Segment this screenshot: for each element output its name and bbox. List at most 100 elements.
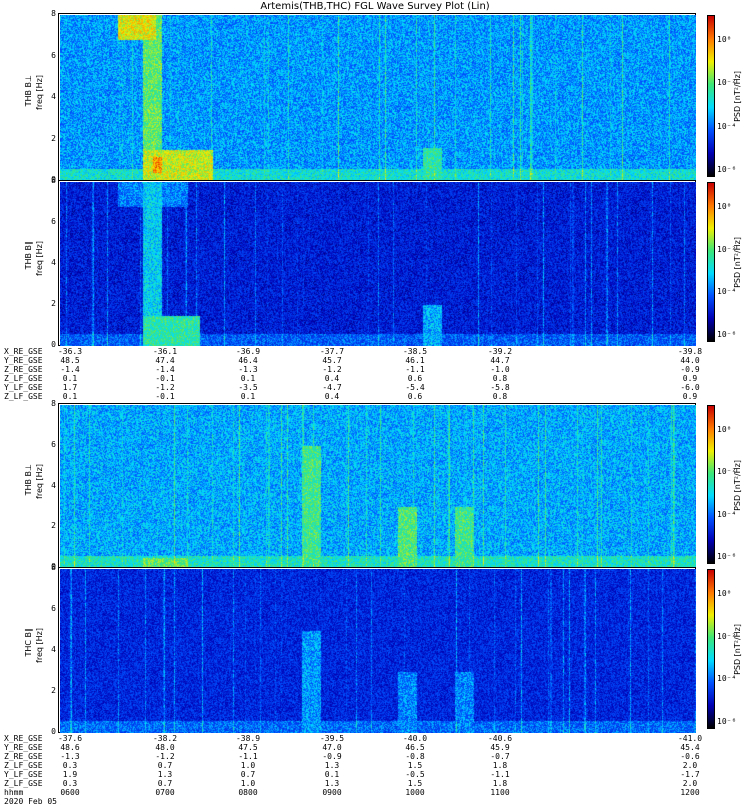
ephemeris-value: 1000: [405, 788, 425, 797]
ephemeris-value: -37.7: [319, 347, 345, 356]
ephemeris-value: 0.8: [492, 374, 508, 383]
ephemeris-value: 48.5: [60, 356, 80, 365]
ephemeris-value: -0.6: [680, 752, 700, 761]
ephemeris-row: Y_LF_GSE 1.9 1.3 0.7 0.1 -0.5 -1.1 -1.7: [0, 770, 750, 779]
ephemeris-value: 1.0: [240, 761, 256, 770]
colorbar-tick-label: 10⁰: [717, 202, 732, 211]
ephemeris-value: -38.9: [235, 734, 261, 743]
ephemeris-value: -1.2: [155, 383, 175, 392]
ephemeris-value: -6.0: [680, 383, 700, 392]
colorbar: [707, 182, 715, 342]
ephemeris-value: 47.5: [238, 743, 258, 752]
ephemeris-value: -1.1: [238, 752, 258, 761]
ephemeris-value: -3.5: [238, 383, 258, 392]
spectrogram-image: [60, 405, 696, 568]
ephemeris-value: 1.8: [492, 779, 508, 788]
ephemeris-row-label: Y_LF_GSE: [4, 383, 43, 392]
y-tick-label: 2: [51, 299, 56, 308]
ephemeris-value: -41.0: [677, 734, 703, 743]
ephemeris-row-label: Z_LF_GSE: [4, 374, 43, 383]
ephemeris-value: 44.7: [490, 356, 510, 365]
colorbar-tick-label: 10⁰: [717, 589, 732, 598]
ephemeris-value: 44.0: [680, 356, 700, 365]
spectrogram-image: [60, 569, 696, 733]
colorbar: [707, 569, 715, 729]
ephemeris-row-label: Z_LF_GSE: [4, 392, 43, 401]
ephemeris-value: 1.8: [492, 761, 508, 770]
colorbar-tick-label: 10⁰: [717, 425, 732, 434]
ephemeris-row-label: Z_RE_GSE: [4, 752, 43, 761]
ephemeris-row-label: X_RE_GSE: [4, 734, 43, 743]
ephemeris-value: -1.1: [490, 770, 510, 779]
y-tick-label: 4: [51, 258, 56, 267]
ephemeris-value: -5.4: [405, 383, 425, 392]
colorbar-tick-label: 10⁻⁴: [717, 509, 737, 519]
ephemeris-value: 1.5: [407, 761, 423, 770]
y-tick-label: 4: [51, 645, 56, 654]
y-tick-label: 8: [51, 563, 56, 572]
colorbar: [707, 15, 715, 177]
spectrogram-panel-thc-bpar-lower: [58, 567, 696, 733]
ephemeris-row-label: Z_LF_GSE: [4, 779, 43, 788]
ephemeris-value: -37.6: [57, 734, 83, 743]
colorbar-label: PSD [nT²/Hz]: [733, 237, 742, 288]
ephemeris-value: -38.2: [152, 734, 178, 743]
ephemeris-row-label: X_RE_GSE: [4, 347, 43, 356]
ephemeris-value: 0.1: [240, 392, 256, 401]
ephemeris-value: -1.4: [60, 365, 80, 374]
ephemeris-value: 0.6: [407, 374, 423, 383]
ephemeris-value: 0.4: [324, 374, 340, 383]
ephemeris-row-label: hhmm: [4, 788, 24, 797]
colorbar-tick-label: 10⁻⁴: [717, 287, 737, 297]
y-tick-label: 4: [51, 92, 56, 101]
ephemeris-value: 1.3: [324, 761, 340, 770]
y-tick-label: 2: [51, 133, 56, 143]
ephemeris-value: 2.0: [682, 779, 698, 788]
ephemeris-value: -40.0: [402, 734, 428, 743]
y-axis-probe-label: THB B∥: [24, 241, 33, 270]
ephemeris-value: 46.4: [238, 356, 258, 365]
spectrogram-image: [60, 182, 696, 346]
ephemeris-value: 1.5: [407, 779, 423, 788]
ephemeris-value: -1.0: [490, 365, 510, 374]
ephemeris-value: -36.3: [57, 347, 83, 356]
ephemeris-row: Z_RE_GSE -1.4 -1.4 -1.3 -1.2 -1.1 -1.0 -0.9: [0, 365, 750, 374]
ephemeris-value: -0.1: [155, 392, 175, 401]
ephemeris-value: 0.3: [62, 761, 78, 770]
ephemeris-value: -1.1: [405, 365, 425, 374]
ephemeris-value: -4.7: [322, 383, 342, 392]
y-tick-label: 4: [51, 480, 56, 490]
ephemeris-value: 0.7: [157, 761, 173, 770]
ephemeris-value: -36.9: [235, 347, 261, 356]
ephemeris-value: -1.2: [155, 752, 175, 761]
ephemeris-value: 0.1: [62, 392, 78, 401]
ephemeris-value: 45.4: [680, 743, 700, 752]
ephemeris-value: 45.9: [490, 743, 510, 752]
y-axis-probe-label: THB B⊥: [24, 75, 33, 107]
ephemeris-value: 0.1: [240, 374, 256, 383]
y-tick-label: 2: [51, 686, 56, 695]
ephemeris-value: -36.1: [152, 347, 178, 356]
ephemeris-row: Z_LF_GSE 0.3 0.7 1.0 1.3 1.5 1.8 2.0: [0, 761, 750, 770]
ephemeris-value: 1.7: [62, 383, 78, 392]
ephemeris-row-label: Z_LF_GSE: [4, 761, 43, 770]
ephemeris-row: X_RE_GSE -37.6 -38.2 -38.9 -39.5 -40.0 -40.6 -4…: [0, 734, 750, 743]
ephemeris-value: -5.8: [490, 383, 510, 392]
ephemeris-value: 0.4: [324, 392, 340, 401]
colorbar-tick-label: 10⁻⁶: [717, 552, 737, 561]
ephemeris-value: 48.0: [155, 743, 175, 752]
ephemeris-value: 0.6: [407, 392, 423, 401]
ephemeris-row-label: Y_LF_GSE: [4, 770, 43, 779]
ephemeris-row: Y_LF_GSE 1.7 -1.2 -3.5 -4.7 -5.4 -5.8 -6.0: [0, 383, 750, 392]
colorbar-label: PSD [nT²/Hz]: [733, 71, 742, 122]
y-tick-label: 8: [51, 176, 56, 185]
colorbar-tick-label: 10⁻⁶: [717, 165, 737, 174]
ephemeris-row: Z_LF_GSE 0.1 -0.1 0.1 0.4 0.6 0.8 0.9: [0, 392, 750, 401]
colorbar: [707, 405, 715, 564]
ephemeris-value: 0.9: [682, 392, 698, 401]
ephemeris-value: 0.7: [157, 779, 173, 788]
y-axis-freq-label: freq [Hz]: [35, 463, 44, 499]
spectrogram-panel-thb-bperp-upper: [58, 13, 696, 181]
ephemeris-value: -0.5: [405, 770, 425, 779]
colorbar-label: PSD [nT²/Hz]: [733, 459, 742, 511]
